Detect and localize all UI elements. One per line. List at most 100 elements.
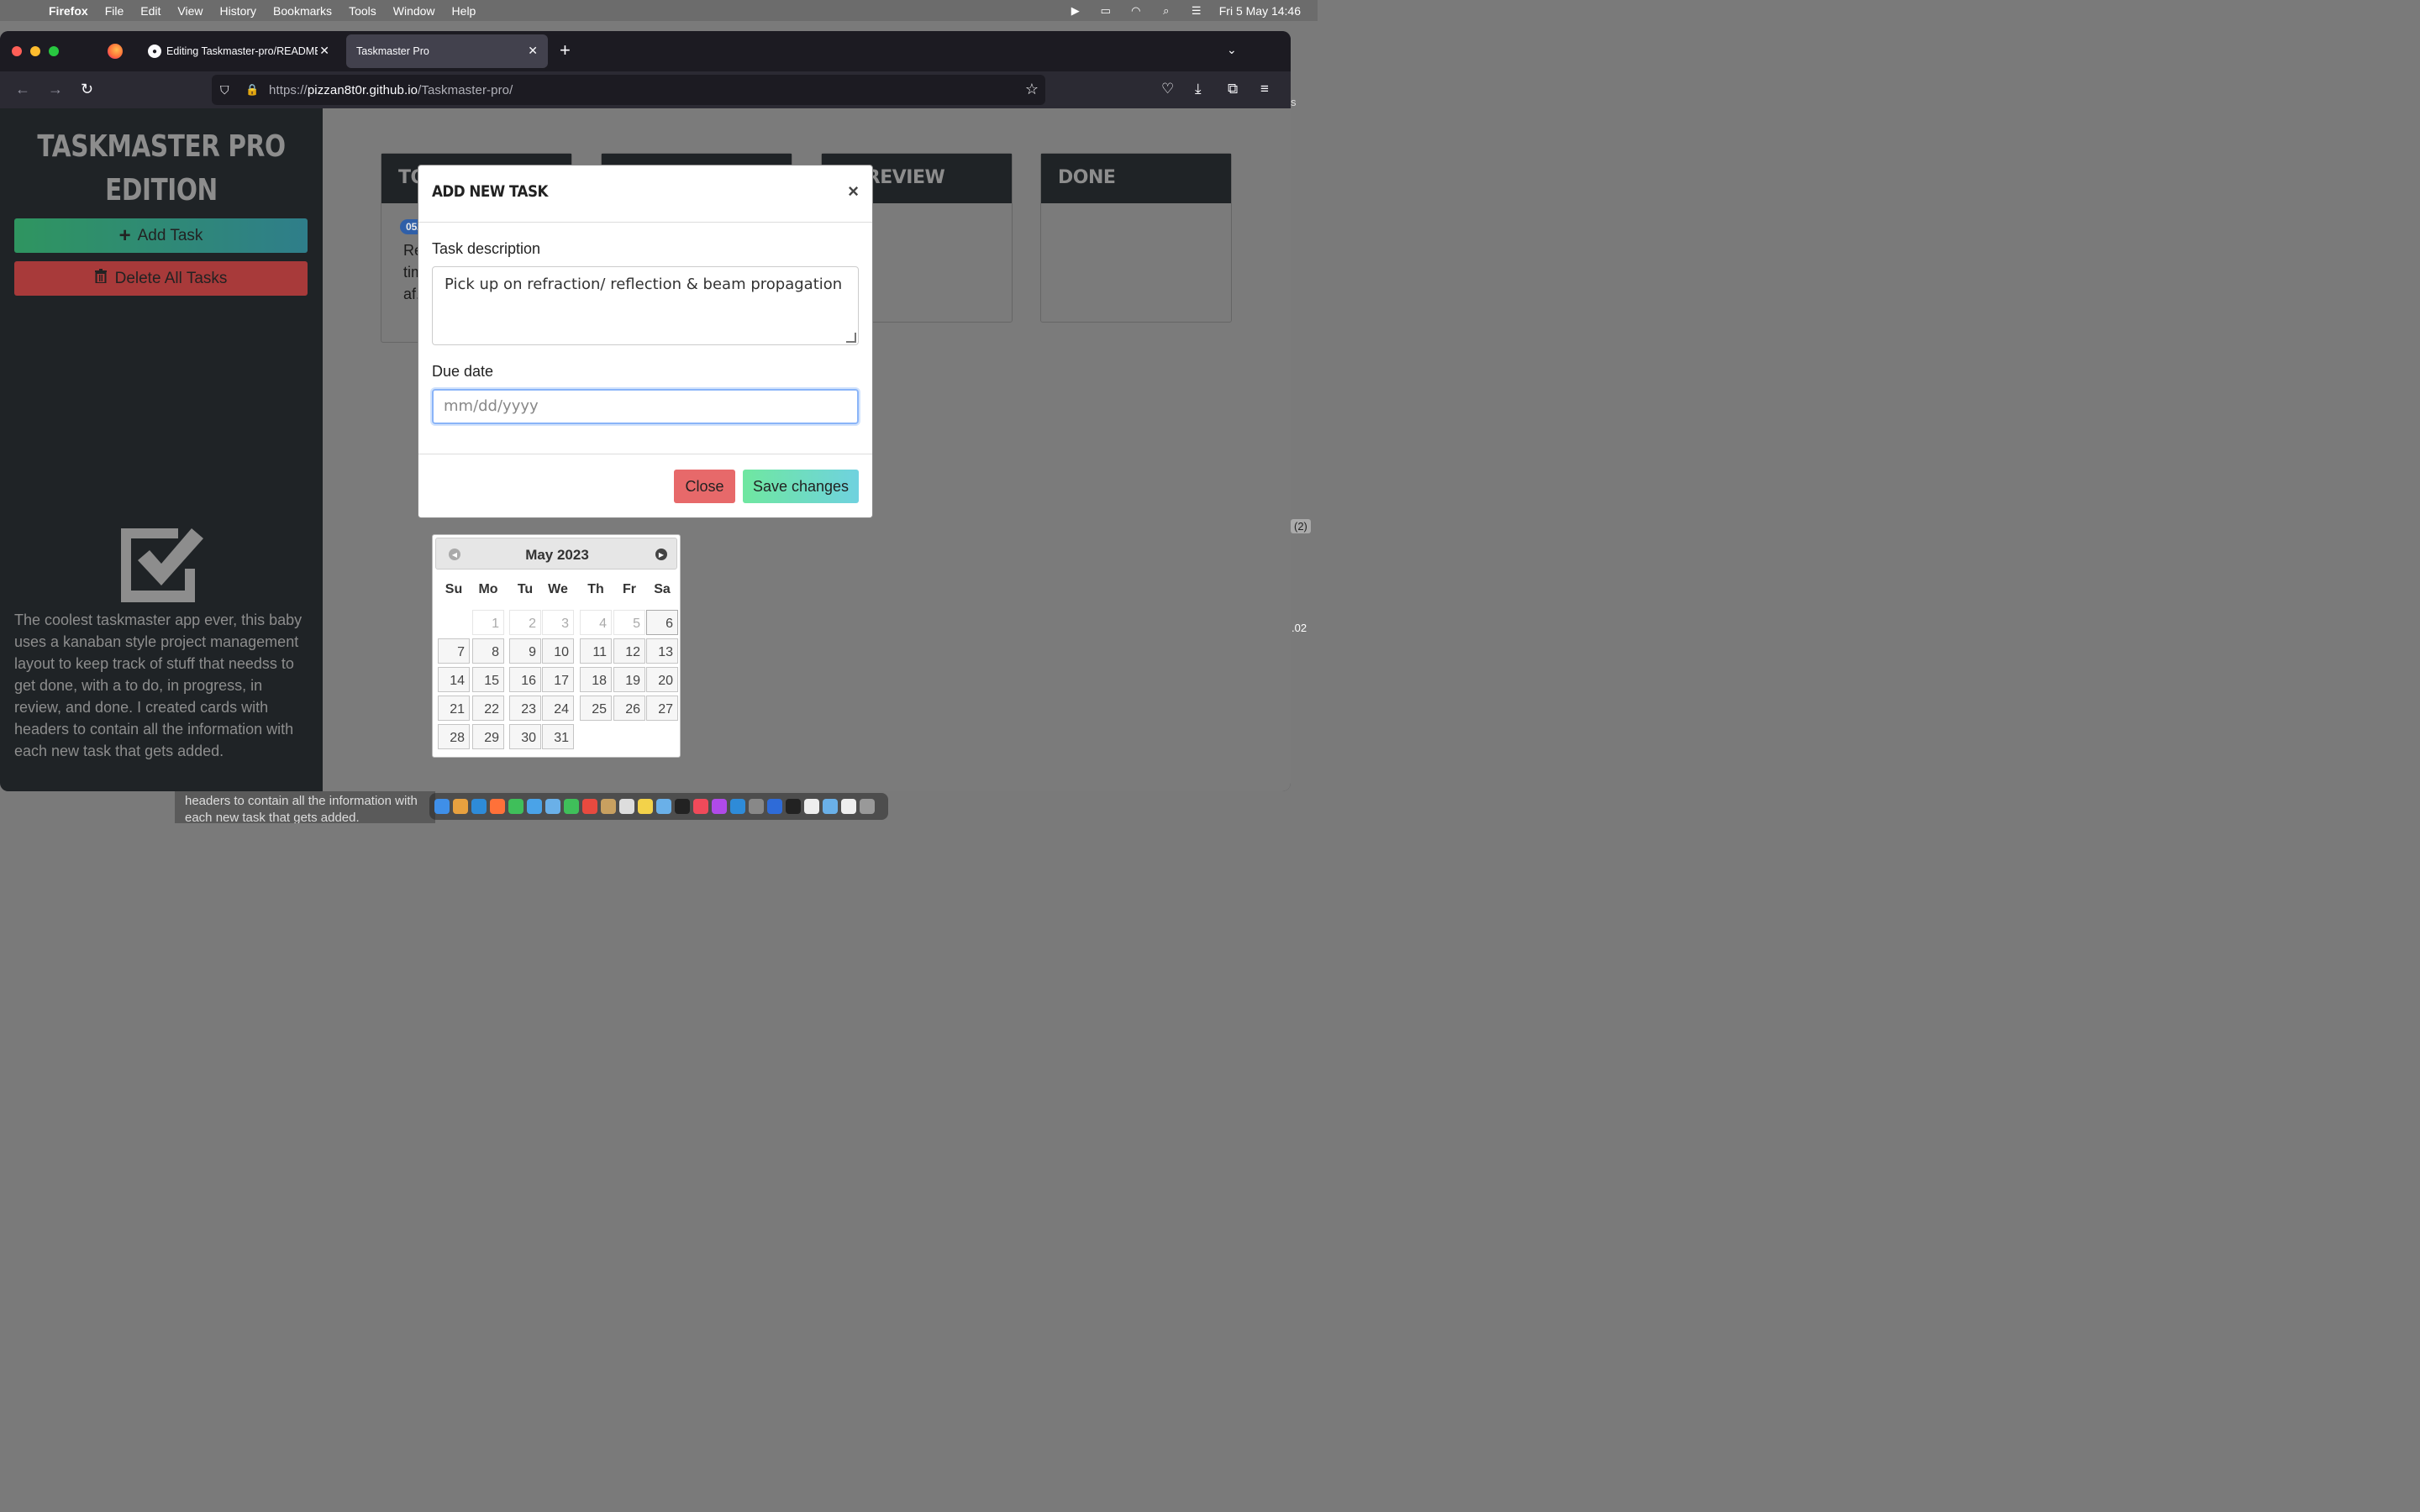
- window-minimize-button[interactable]: [30, 46, 40, 56]
- calendar-day[interactable]: 15: [472, 667, 504, 692]
- control-center-icon[interactable]: ☰: [1189, 4, 1204, 17]
- calendar-day[interactable]: 25: [580, 696, 612, 721]
- calendar-day[interactable]: 14: [438, 667, 470, 692]
- hamburger-menu-icon[interactable]: ≡: [1260, 81, 1269, 97]
- spotlight-search-icon[interactable]: ⌕: [1159, 4, 1174, 17]
- battery-icon[interactable]: ▭: [1098, 4, 1113, 17]
- menu-app-firefox[interactable]: Firefox: [49, 4, 88, 18]
- dock-app-icon[interactable]: [675, 799, 690, 814]
- dock-app-icon[interactable]: [527, 799, 542, 814]
- task-description-textarea[interactable]: Pick up on refraction/ reflection & beam…: [432, 266, 859, 345]
- dock-app-icon[interactable]: [749, 799, 764, 814]
- calendar-day[interactable]: 11: [580, 638, 612, 664]
- weekday-header: Mo: [478, 582, 498, 596]
- dock-app-icon[interactable]: [860, 799, 875, 814]
- menu-window[interactable]: Window: [393, 4, 435, 18]
- calendar-day[interactable]: 28: [438, 724, 470, 749]
- dock-app-icon[interactable]: [545, 799, 560, 814]
- dock-app-icon[interactable]: [638, 799, 653, 814]
- pocket-icon[interactable]: ♡: [1161, 81, 1174, 97]
- next-month-icon[interactable]: ▶: [655, 549, 667, 560]
- chevron-down-icon[interactable]: ⌄: [1227, 43, 1237, 57]
- bookmark-star-icon[interactable]: ☆: [1025, 81, 1039, 98]
- dock-app-icon[interactable]: [619, 799, 634, 814]
- close-button[interactable]: Close: [674, 470, 735, 503]
- calendar-day[interactable]: 6: [646, 610, 678, 635]
- dock-app-icon[interactable]: [471, 799, 487, 814]
- calendar-day[interactable]: 24: [542, 696, 574, 721]
- menu-file[interactable]: File: [105, 4, 124, 18]
- calendar-day[interactable]: 8: [472, 638, 504, 664]
- calendar-day[interactable]: 7: [438, 638, 470, 664]
- url-text[interactable]: https://pizzan8t0r.github.io/Taskmaster-…: [269, 83, 513, 97]
- window-close-button[interactable]: [12, 46, 22, 56]
- menu-history[interactable]: History: [219, 4, 256, 18]
- dock-app-icon[interactable]: [656, 799, 671, 814]
- forward-arrow-icon[interactable]: →: [48, 81, 63, 97]
- calendar-day[interactable]: 18: [580, 667, 612, 692]
- calendar-day[interactable]: 17: [542, 667, 574, 692]
- dock-app-icon[interactable]: [730, 799, 745, 814]
- reload-icon[interactable]: ↻: [81, 81, 93, 97]
- calendar-day[interactable]: 22: [472, 696, 504, 721]
- dock-app-icon[interactable]: [693, 799, 708, 814]
- dock-app-icon[interactable]: [786, 799, 801, 814]
- lock-icon[interactable]: 🔒: [245, 83, 259, 97]
- tab-close-icon[interactable]: ✕: [528, 44, 538, 58]
- dock-app-icon[interactable]: [582, 799, 597, 814]
- menu-help[interactable]: Help: [452, 4, 476, 18]
- calendar-day[interactable]: 27: [646, 696, 678, 721]
- menu-tools[interactable]: Tools: [349, 4, 376, 18]
- dock-app-icon[interactable]: [564, 799, 579, 814]
- calendar-day[interactable]: 19: [613, 667, 645, 692]
- dock-app-icon[interactable]: [490, 799, 505, 814]
- dock-app-icon[interactable]: [601, 799, 616, 814]
- menu-edit[interactable]: Edit: [140, 4, 160, 18]
- calendar-day[interactable]: 12: [613, 638, 645, 664]
- window-zoom-button[interactable]: [49, 46, 59, 56]
- dock-app-icon[interactable]: [434, 799, 450, 814]
- add-task-button[interactable]: + Add Task: [14, 218, 308, 253]
- dock-app-icon[interactable]: [823, 799, 838, 814]
- tab-taskmaster-pro[interactable]: Taskmaster Pro ✕: [346, 34, 548, 68]
- dock-app-icon[interactable]: [804, 799, 819, 814]
- calendar-day[interactable]: 20: [646, 667, 678, 692]
- extensions-icon[interactable]: ⧉: [1228, 81, 1238, 97]
- wifi-icon[interactable]: ◠: [1128, 4, 1144, 17]
- shield-icon[interactable]: ⛉: [220, 83, 234, 97]
- calendar-day[interactable]: 13: [646, 638, 678, 664]
- calendar-day[interactable]: 26: [613, 696, 645, 721]
- dock-app-icon[interactable]: [767, 799, 782, 814]
- save-changes-button[interactable]: Save changes: [743, 470, 859, 503]
- calendar-day[interactable]: 23: [509, 696, 541, 721]
- calendar-day[interactable]: 31: [542, 724, 574, 749]
- play-icon[interactable]: ▶: [1068, 4, 1083, 17]
- calendar-day[interactable]: 16: [509, 667, 541, 692]
- dock-app-icon[interactable]: [841, 799, 856, 814]
- calendar-day[interactable]: 29: [472, 724, 504, 749]
- download-icon[interactable]: ⤓: [1195, 81, 1202, 97]
- tab-editing-readme[interactable]: ● Editing Taskmaster-pro/README.md ✕: [138, 34, 339, 68]
- due-date-input[interactable]: mm/dd/yyyy: [432, 389, 859, 424]
- column-header: DONE: [1041, 154, 1231, 203]
- dock-app-icon[interactable]: [453, 799, 468, 814]
- menubar-clock[interactable]: Fri 5 May 14:46: [1219, 4, 1301, 18]
- dock-app-icon[interactable]: [712, 799, 727, 814]
- resize-grip-icon[interactable]: [846, 333, 856, 343]
- url-bar[interactable]: ⛉ 🔒 https://pizzan8t0r.github.io/Taskmas…: [212, 75, 1045, 105]
- menu-view[interactable]: View: [177, 4, 203, 18]
- delete-all-tasks-button[interactable]: Delete All Tasks: [14, 261, 308, 296]
- calendar-day[interactable]: 30: [509, 724, 541, 749]
- dock-app-icon[interactable]: [508, 799, 523, 814]
- new-tab-plus-icon[interactable]: +: [560, 41, 571, 60]
- firefox-view-icon[interactable]: [108, 44, 123, 59]
- calendar-day[interactable]: 21: [438, 696, 470, 721]
- back-arrow-icon[interactable]: ←: [15, 81, 30, 97]
- close-icon[interactable]: ×: [848, 181, 859, 202]
- menu-bookmarks[interactable]: Bookmarks: [273, 4, 332, 18]
- calendar-day[interactable]: 9: [509, 638, 541, 664]
- tab-close-icon[interactable]: ✕: [319, 44, 329, 58]
- calendar-day[interactable]: 10: [542, 638, 574, 664]
- background-edge-text: s: [1291, 96, 1297, 108]
- macos-dock: [429, 793, 888, 820]
